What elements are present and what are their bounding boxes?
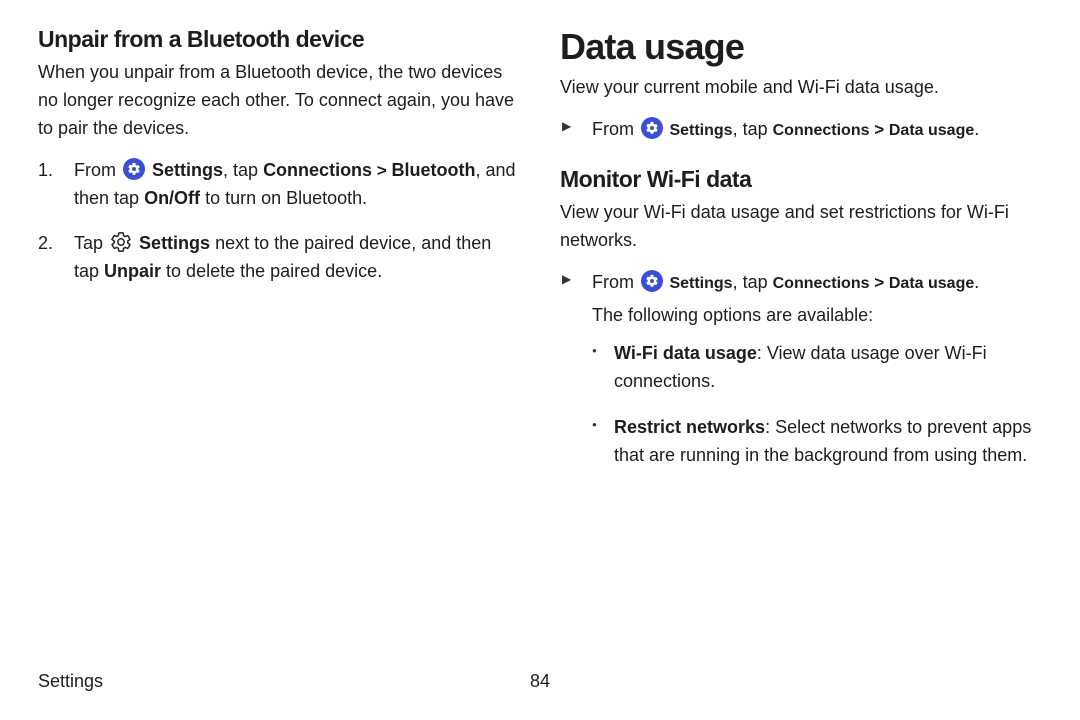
intro-data-usage: View your current mobile and Wi-Fi data … — [560, 74, 1040, 102]
bold-settings: Settings — [669, 122, 732, 139]
bold-settings: Settings — [152, 160, 223, 180]
text: . — [974, 272, 979, 292]
bold-connections: Connections — [773, 122, 870, 139]
bold-data-usage: Data usage — [889, 122, 974, 139]
heading-data-usage: Data usage — [560, 26, 1040, 68]
settings-icon — [641, 270, 663, 292]
unpair-steps: From Settings, tap Connections > Bluetoo… — [38, 157, 518, 287]
option-wifi-data-usage: Wi-Fi data usage: View data usage over W… — [592, 340, 1040, 396]
option-restrict-networks: Restrict networks: Select networks to pr… — [592, 414, 1040, 470]
nav-step-wifi: From Settings, tap Connections > Data us… — [560, 269, 1040, 297]
text: Tap — [74, 233, 108, 253]
bold-settings: Settings — [139, 233, 210, 253]
right-column: Data usage View your current mobile and … — [560, 26, 1040, 488]
settings-icon — [123, 158, 145, 180]
text: , tap — [733, 119, 773, 139]
settings-icon — [641, 117, 663, 139]
heading-unpair: Unpair from a Bluetooth device — [38, 26, 518, 53]
text: to turn on Bluetooth. — [200, 188, 367, 208]
intro-unpair: When you unpair from a Bluetooth device,… — [38, 59, 518, 143]
intro-monitor-wifi: View your Wi-Fi data usage and set restr… — [560, 199, 1040, 255]
options-available: The following options are available: — [592, 302, 1040, 330]
text: , tap — [223, 160, 263, 180]
left-column: Unpair from a Bluetooth device When you … — [38, 26, 518, 488]
bold-connections: Connections — [263, 160, 372, 180]
heading-monitor-wifi: Monitor Wi-Fi data — [560, 166, 1040, 193]
breadcrumb-separator: > — [372, 161, 391, 180]
footer-section-name: Settings — [38, 668, 103, 696]
bold-bluetooth: Bluetooth — [391, 160, 475, 180]
bold-option-title: Wi-Fi data usage — [614, 343, 757, 363]
step-2: Tap Settings next to the paired device, … — [38, 230, 518, 286]
bold-settings: Settings — [669, 275, 732, 292]
settings-outline-icon — [110, 231, 132, 253]
text: . — [974, 119, 979, 139]
bold-onoff: On/Off — [144, 188, 200, 208]
bold-unpair: Unpair — [104, 261, 161, 281]
bold-option-title: Restrict networks — [614, 417, 765, 437]
step-1: From Settings, tap Connections > Bluetoo… — [38, 157, 518, 213]
page-footer: Settings 84 — [38, 668, 1042, 696]
options-list: Wi-Fi data usage: View data usage over W… — [592, 340, 1040, 470]
text: to delete the paired device. — [161, 261, 382, 281]
breadcrumb-separator: > — [870, 120, 889, 139]
breadcrumb-separator: > — [870, 273, 889, 292]
bold-data-usage: Data usage — [889, 275, 974, 292]
text: From — [592, 119, 639, 139]
text: , tap — [733, 272, 773, 292]
bold-connections: Connections — [773, 275, 870, 292]
nav-step-data-usage: From Settings, tap Connections > Data us… — [560, 116, 1040, 144]
text: From — [74, 160, 121, 180]
footer-page-number: 84 — [530, 668, 550, 696]
text: From — [592, 272, 639, 292]
